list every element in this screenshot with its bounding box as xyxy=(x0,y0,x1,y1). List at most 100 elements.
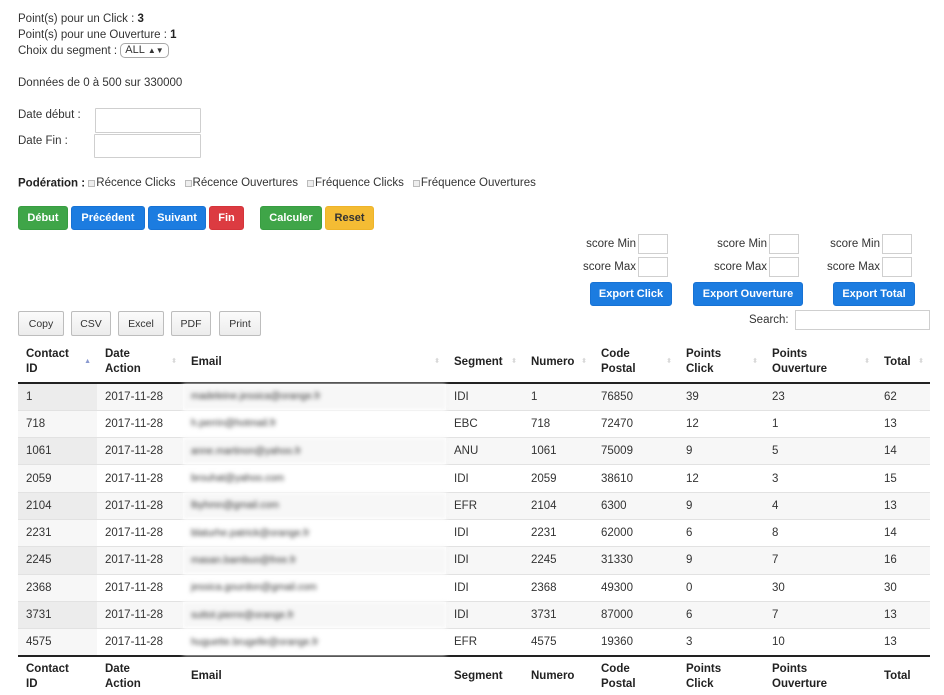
column-footer-points-ouverture: Points Ouverture xyxy=(764,654,876,695)
checkbox-frequence-clicks[interactable]: Fréquence Clicks xyxy=(307,175,404,191)
sort-both-icon[interactable]: ⬍ xyxy=(434,358,440,365)
header-text-line1: Date xyxy=(105,348,130,360)
header-text-line1: Code xyxy=(601,662,630,675)
table-row[interactable]: 2368 2017-11-28 jessica.gourdon@gmail.com I… xyxy=(18,573,930,602)
column-header-points-click[interactable]: Points Click ⬍ xyxy=(678,342,764,384)
print-button[interactable]: Print xyxy=(219,311,261,336)
cell-numero: 2231 xyxy=(523,518,593,547)
header-text-line2: ID xyxy=(26,677,38,690)
cell-date-action: 2017-11-28 xyxy=(97,437,183,465)
debut-button[interactable]: Début xyxy=(18,206,68,230)
header-text-line2: Postal xyxy=(601,363,636,375)
table-row[interactable]: 4575 2017-11-28 huguette.brugelle@orange.f… xyxy=(18,628,930,656)
checkbox-recence-ouvertures[interactable]: Récence Ouvertures xyxy=(184,175,298,191)
cell-total: 14 xyxy=(876,518,930,547)
pdf-button[interactable]: PDF xyxy=(171,311,211,336)
column-footer-points-click: Points Click xyxy=(678,654,764,695)
column-header-total[interactable]: Total ⬍ xyxy=(876,342,930,384)
sort-both-icon[interactable]: ⬍ xyxy=(918,358,924,365)
cell-points-ouverture: 1 xyxy=(764,409,876,438)
checkbox-box[interactable] xyxy=(184,179,192,187)
cell-total: 13 xyxy=(876,491,930,520)
search-input[interactable] xyxy=(795,310,930,330)
table-row[interactable]: 3731 2017-11-28 suttot.pierre@orange.fr IDI… xyxy=(18,600,930,629)
cell-segment: IDI xyxy=(446,464,523,493)
export-click-min-label: score Min xyxy=(586,238,636,250)
table-row[interactable]: 2104 2017-11-28 lbyhmn@gmail.com EFR 2104 630… xyxy=(18,491,930,520)
checkbox-box[interactable] xyxy=(88,179,96,187)
cell-points-click: 0 xyxy=(678,573,764,602)
export-total-button[interactable]: Export Total xyxy=(833,282,915,306)
header-text-line2: Action xyxy=(105,363,141,375)
checkbox-box[interactable] xyxy=(412,179,420,187)
checkbox-recence-clicks[interactable]: Récence Clicks xyxy=(88,175,176,191)
contacts-table: Contact ID ▲ Date Action ⬍ Email ⬍ Segment ⬍ Numer… xyxy=(18,342,930,695)
sort-both-icon[interactable]: ⬍ xyxy=(752,358,758,365)
export-ouverture-button[interactable]: Export Ouverture xyxy=(693,282,803,306)
export-ouverture-max-input[interactable] xyxy=(769,257,799,277)
table-row[interactable]: 718 2017-11-28 h.perrin@hotmail.fr EBC 718 72… xyxy=(18,409,930,438)
calculer-button[interactable]: Calculer xyxy=(260,206,322,230)
copy-button[interactable]: Copy xyxy=(18,311,64,336)
table-row[interactable]: 1061 2017-11-28 anne.martinon@yahoo.fr ANU 1… xyxy=(18,437,930,465)
sort-both-icon[interactable]: ⬍ xyxy=(511,358,517,365)
table-row[interactable]: 1 2017-11-28 madeleine.jessica@orange.fr ID… xyxy=(18,383,930,411)
export-total-min-input[interactable] xyxy=(882,234,912,254)
segment-select[interactable]: ALL ▲▼ xyxy=(120,43,169,59)
segment-line: Choix du segment : ALL ▲▼ xyxy=(18,43,169,59)
table-row[interactable]: 2245 2017-11-28 masan.bambuo@free.fr IDI 224… xyxy=(18,546,930,575)
select-arrows-icon: ▲▼ xyxy=(147,46,164,56)
column-header-numero[interactable]: Numero ⬍ xyxy=(523,342,593,384)
reset-button[interactable]: Reset xyxy=(325,206,374,230)
cell-points-click: 12 xyxy=(678,409,764,438)
excel-button[interactable]: Excel xyxy=(118,311,164,336)
sort-both-icon[interactable]: ⬍ xyxy=(864,358,870,365)
sort-asc-icon[interactable]: ▲ xyxy=(84,358,91,365)
checkbox-box[interactable] xyxy=(307,179,314,187)
column-footer-date-action: Date Action xyxy=(97,654,183,695)
date-start-label: Date début : xyxy=(18,109,81,121)
column-header-code-postal[interactable]: Code Postal ⬍ xyxy=(593,342,678,384)
suivant-button[interactable]: Suivant xyxy=(148,206,206,230)
column-footer-code-postal: Code Postal xyxy=(593,654,678,695)
export-click-max-input[interactable] xyxy=(638,257,668,277)
csv-button[interactable]: CSV xyxy=(71,311,111,336)
header-text-line1: Numero xyxy=(531,355,575,368)
checkbox-label: Fréquence Ouvertures xyxy=(420,177,536,189)
table-row[interactable]: 2059 2017-11-28 brouhat@yahoo.com IDI 2059 38… xyxy=(18,464,930,493)
export-click-min-input[interactable] xyxy=(638,234,668,254)
cell-contact-id: 4575 xyxy=(18,628,97,656)
cell-contact-id: 3731 xyxy=(18,600,97,629)
column-header-segment[interactable]: Segment ⬍ xyxy=(446,342,523,384)
export-total-max-input[interactable] xyxy=(882,257,912,277)
cell-code-postal: 31330 xyxy=(593,546,678,575)
sort-both-icon[interactable]: ⬍ xyxy=(171,358,177,365)
column-header-contact-id[interactable]: Contact ID ▲ xyxy=(18,342,97,384)
column-footer-email: Email xyxy=(183,654,446,695)
fin-button[interactable]: Fin xyxy=(209,206,244,230)
table-row[interactable]: 2231 2017-11-28 blaturhe.patrick@orange.fr… xyxy=(18,518,930,547)
precedent-button[interactable]: Précédent xyxy=(71,206,145,230)
cell-numero: 2368 xyxy=(523,573,593,602)
cell-points-ouverture: 4 xyxy=(764,491,876,520)
checkbox-frequence-ouvertures[interactable]: Fréquence Ouvertures xyxy=(412,175,536,191)
column-header-points-ouverture[interactable]: Points Ouverture ⬍ xyxy=(764,342,876,384)
export-click-button[interactable]: Export Click xyxy=(590,282,672,306)
cell-numero: 1061 xyxy=(523,437,593,465)
click-points-line: Point(s) pour un Click : 3 xyxy=(18,11,144,27)
date-end-input[interactable] xyxy=(94,134,201,158)
cell-segment: ANU xyxy=(446,437,523,465)
header-text-line2: Ouverture xyxy=(772,363,827,375)
cell-email: h.perrin@hotmail.fr xyxy=(183,409,446,438)
column-header-email[interactable]: Email ⬍ xyxy=(183,342,446,384)
export-ouverture-min-input[interactable] xyxy=(769,234,799,254)
cell-date-action: 2017-11-28 xyxy=(97,628,183,656)
sort-both-icon[interactable]: ⬍ xyxy=(666,358,672,365)
cell-date-action: 2017-11-28 xyxy=(97,546,183,575)
date-start-input[interactable] xyxy=(95,108,201,133)
column-header-date-action[interactable]: Date Action ⬍ xyxy=(97,342,183,384)
ponderation-row: Podération : Récence Clicks Récence Ouver… xyxy=(18,175,545,192)
sort-both-icon[interactable]: ⬍ xyxy=(581,358,587,365)
cell-numero: 2245 xyxy=(523,546,593,575)
header-text-line2: Click xyxy=(686,677,714,690)
